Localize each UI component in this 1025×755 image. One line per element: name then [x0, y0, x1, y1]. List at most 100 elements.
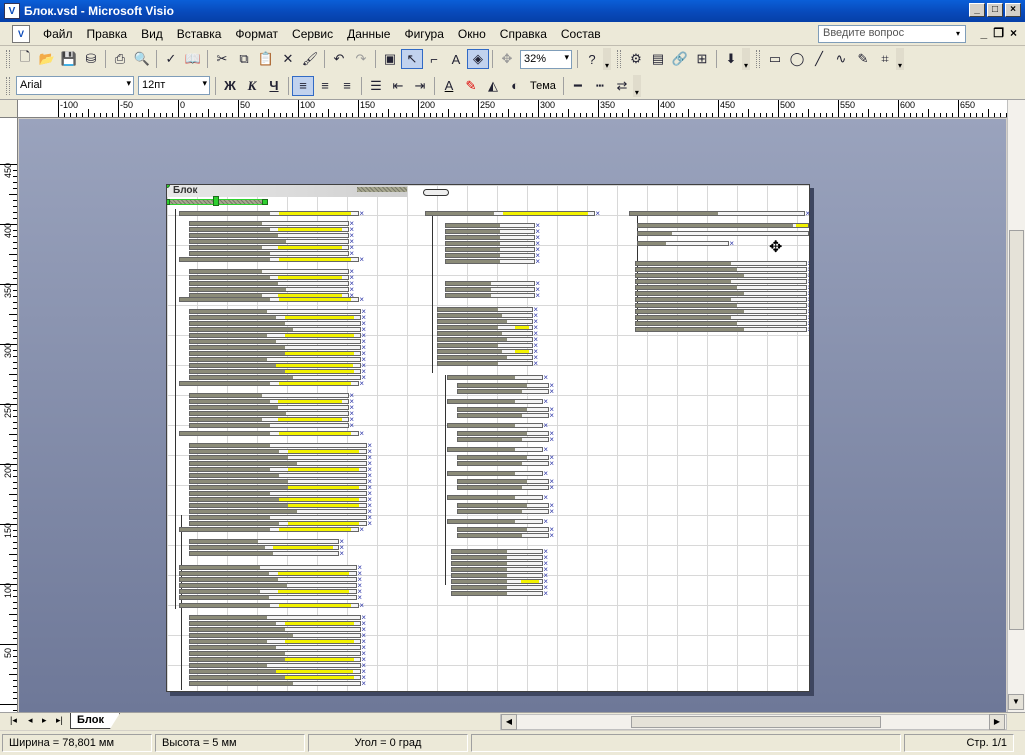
task-row[interactable]: × [635, 272, 809, 280]
first-page-icon[interactable]: |◂ [10, 715, 17, 726]
task-row[interactable]: × [189, 422, 354, 430]
task-row[interactable]: × [189, 286, 354, 294]
font-combo[interactable]: Arial [16, 76, 134, 95]
new-icon[interactable]: 🗋 [14, 49, 36, 69]
task-row[interactable]: × [189, 514, 372, 522]
task-row[interactable]: × [457, 388, 554, 396]
task-row[interactable]: × [189, 614, 366, 622]
minimize-button[interactable]: _ [969, 3, 985, 17]
task-row[interactable]: × [189, 508, 372, 516]
task-row[interactable]: × [189, 656, 366, 664]
task-row[interactable]: × [437, 330, 538, 338]
task-row[interactable]: × [635, 320, 809, 328]
task-row[interactable]: × [189, 632, 366, 640]
task-row[interactable]: × [189, 356, 366, 364]
task-row[interactable]: × [189, 344, 366, 352]
task-row[interactable]: × [179, 564, 362, 572]
undo-icon[interactable]: ↶ [328, 49, 350, 69]
menu-shape[interactable]: Фигура [397, 25, 450, 43]
align-right-icon[interactable]: ≡ [336, 76, 358, 96]
menu-data[interactable]: Данные [340, 25, 397, 43]
ask-question-input[interactable]: Введите вопрос [818, 25, 966, 43]
task-row[interactable]: × [437, 360, 538, 368]
task-row[interactable]: × [179, 526, 364, 534]
task-row[interactable]: × [189, 244, 354, 252]
task-row[interactable]: × [457, 532, 554, 540]
menu-format[interactable]: Формат [228, 25, 285, 43]
permission-icon[interactable]: ⛁ [80, 49, 102, 69]
pan-zoom-icon[interactable]: ✥ [496, 49, 518, 69]
decrease-indent-icon[interactable]: ⇤ [387, 76, 409, 96]
task-row[interactable]: × [179, 602, 364, 610]
task-row[interactable]: × [447, 374, 548, 382]
task-row[interactable]: × [189, 502, 372, 510]
scroll-left-icon[interactable]: ◀ [501, 714, 517, 730]
task-row[interactable]: × [457, 502, 554, 510]
scroll-down-icon[interactable]: ▼ [1008, 694, 1024, 710]
task-row[interactable]: × [437, 318, 538, 326]
vertical-ruler[interactable]: 450400350300250200150100500 [0, 118, 18, 712]
task-row[interactable]: × [457, 454, 554, 462]
theme-icon[interactable]: ◐ [504, 76, 526, 96]
task-row[interactable]: × [451, 566, 548, 574]
task-row[interactable]: × [189, 668, 366, 676]
toolbar-options-icon-3[interactable]: ▾ [896, 48, 904, 70]
task-row[interactable]: × [179, 594, 362, 602]
task-row[interactable]: × [189, 338, 366, 346]
bold-button[interactable]: Ж [219, 76, 241, 96]
bullets-icon[interactable]: ☰ [365, 76, 387, 96]
task-row[interactable]: × [457, 508, 554, 516]
task-row[interactable]: × [437, 312, 538, 320]
pencil-tool-icon[interactable]: ✎ [852, 49, 874, 69]
task-row[interactable]: × [189, 232, 354, 240]
stencil-icon[interactable]: ◈ [467, 49, 489, 69]
document-icon[interactable]: V [12, 24, 30, 43]
task-row[interactable]: × [445, 228, 540, 236]
italic-button[interactable]: К [241, 76, 263, 96]
menu-view[interactable]: Вид [134, 25, 170, 43]
task-row[interactable]: × [189, 362, 366, 370]
task-row[interactable]: × [635, 308, 809, 316]
task-row[interactable]: × [189, 326, 366, 334]
task-row[interactable]: × [447, 398, 548, 406]
task-row[interactable]: × [189, 350, 366, 358]
save-icon[interactable]: 💾 [58, 49, 80, 69]
task-row[interactable]: × [457, 526, 554, 534]
task-row[interactable]: × [179, 210, 364, 218]
task-row[interactable]: × [635, 290, 809, 298]
theme-button[interactable]: Тема [526, 80, 560, 92]
task-row[interactable]: × [635, 326, 809, 334]
task-row[interactable]: × [189, 226, 354, 234]
task-row[interactable]: × [451, 584, 548, 592]
task-row[interactable]: × [189, 662, 366, 670]
doc-restore-button[interactable]: ❐ [993, 26, 1004, 40]
task-row[interactable]: × [189, 332, 366, 340]
cut-icon[interactable]: ✂ [211, 49, 233, 69]
task-row[interactable]: × [189, 490, 372, 498]
ruler-corner[interactable] [0, 100, 18, 118]
doc-close-button[interactable]: × [1010, 26, 1017, 40]
print-preview-icon[interactable]: 🔍 [131, 49, 153, 69]
text-tool-icon[interactable]: A [445, 49, 467, 69]
task-row[interactable]: × [179, 582, 362, 590]
line-pattern-icon[interactable]: ┅ [589, 76, 611, 96]
delete-icon[interactable]: ✕ [277, 49, 299, 69]
format-painter-icon[interactable]: 🖌 [299, 49, 321, 69]
task-row[interactable]: × [637, 223, 809, 228]
toolbar-options-icon[interactable]: ▾ [603, 48, 611, 70]
task-row[interactable]: × [189, 466, 372, 474]
hyperlink-icon[interactable]: 🔗 [669, 49, 691, 69]
vertical-scrollbar[interactable]: ▼ [1007, 100, 1025, 712]
task-row[interactable]: × [437, 342, 538, 350]
connector-tool-icon[interactable]: ⌐ [423, 49, 445, 69]
task-row[interactable]: × [447, 422, 548, 430]
task-row[interactable]: × [447, 518, 548, 526]
toolbar-options-icon-4[interactable]: ▾ [632, 74, 641, 97]
task-row[interactable]: × [457, 406, 554, 414]
task-row[interactable]: × [179, 570, 362, 578]
task-row[interactable]: × [179, 380, 364, 388]
export-icon[interactable]: ⬇ [720, 49, 742, 69]
task-row[interactable]: × [189, 650, 366, 658]
task-row[interactable]: × [635, 296, 809, 304]
task-row[interactable]: × [635, 314, 809, 322]
